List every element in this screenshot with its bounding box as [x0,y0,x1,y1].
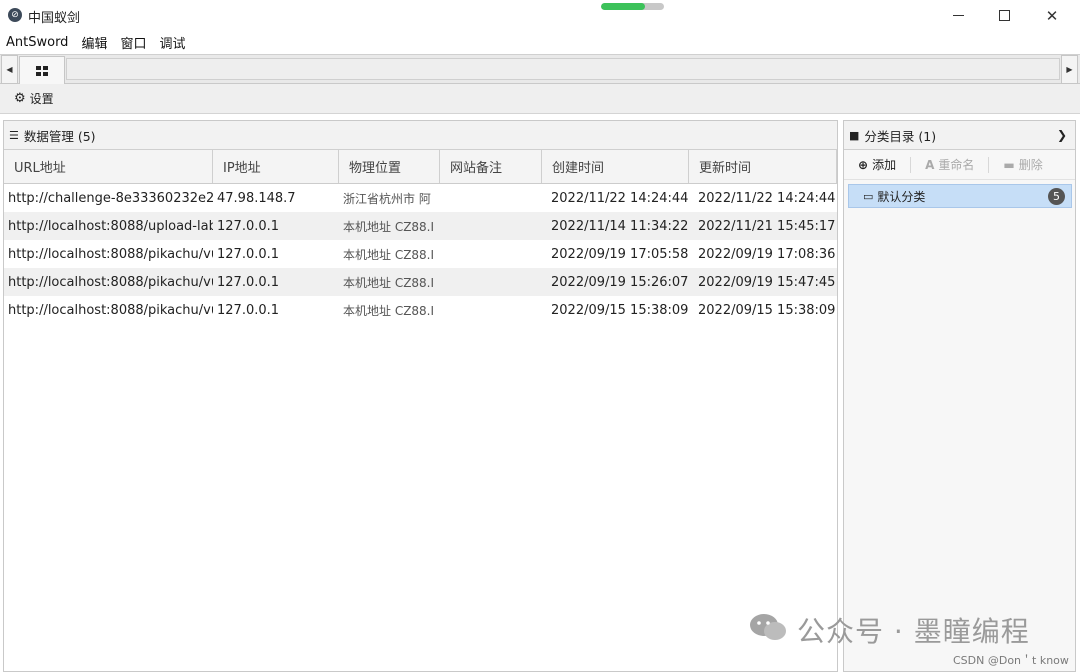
grid-icon [36,65,48,76]
table-cell: 2022/09/19 15:47:45 [698,274,836,290]
menu-antsword[interactable]: AntSword [6,35,68,50]
main-toolbar: ⚙ 设置 [0,84,1080,114]
category-panel-header: ■ 分类目录 (1) ❯ [844,121,1075,150]
category-toolbar: ⊕ 添加 A 重命名 ▬ 删除 [844,150,1075,180]
plus-circle-icon: ⊕ [858,157,869,172]
table-cell: 本机地址 CZ88.I [343,303,435,318]
category-item-default[interactable]: ▭ 默认分类 5 [848,184,1072,208]
window-title: 中国蚁剑 [28,11,81,26]
tab-scroll-right-button[interactable]: ▶ [1061,55,1078,84]
folder-icon: ■ [849,128,860,142]
loading-progress-bar [601,3,664,10]
table-cell: http://challenge-8e33360232e26a [8,190,213,206]
chevron-right-icon: ▶ [1066,65,1073,74]
csdn-credit: CSDN @Don＇t know [953,654,1069,667]
category-label: 默认分类 [877,189,926,204]
app-logo-icon: ⊘ [8,8,22,22]
column-header-note[interactable]: 网站备注 [440,150,542,183]
title-bar: ⊘ 中国蚁剑 ✕ [0,0,1080,31]
table-cell: 2022/11/21 15:45:17 [698,218,836,234]
table-row[interactable]: http://localhost:8088/pikachu/vul/127.0.… [4,268,837,296]
folder-open-icon: ▭ [863,189,874,203]
menu-bar: AntSword 编辑 窗口 调试 [0,31,1080,53]
table-cell: http://localhost:8088/pikachu/vul/ [8,302,213,318]
table-row[interactable]: http://localhost:8088/pikachu/vul/127.0.… [4,296,837,324]
delete-category-label: 删除 [1018,158,1043,172]
column-header-location[interactable]: 物理位置 [339,150,440,183]
close-button[interactable]: ✕ [1029,0,1075,31]
rename-category-label: 重命名 [938,158,975,172]
table-cell: 2022/09/19 17:08:36 [698,246,836,262]
category-count-badge: 5 [1048,187,1065,205]
category-panel: ■ 分类目录 (1) ❯ ⊕ 添加 A 重命名 ▬ 删除 ▭ 默认分类 5 [843,120,1076,672]
settings-button[interactable]: 设置 [30,90,54,107]
close-icon: ✕ [1045,6,1059,25]
table-row[interactable]: http://localhost:8088/pikachu/vul/127.0.… [4,240,837,268]
table-cell: http://localhost:8088/upload-labs/ [8,218,213,234]
table-cell: 2022/11/14 11:34:22 [551,218,689,234]
chevron-left-icon: ◀ [6,65,13,74]
data-panel-title: 数据管理 (5) [23,128,96,144]
table-cell: 2022/11/22 14:24:44 [698,190,836,206]
table-cell: 127.0.0.1 [217,274,280,290]
loading-progress-fill [601,3,646,10]
tab-home[interactable] [19,56,65,84]
table-cell: 本机地址 CZ88.I [343,275,435,290]
table-cell: 浙江省杭州市 阿 [343,191,431,206]
tab-scroll-left-button[interactable]: ◀ [1,55,18,84]
wechat-logo-icon [750,614,786,640]
watermark-text: 公众号 · 墨瞳编程 [797,615,1030,648]
add-category-button[interactable]: ⊕ 添加 [844,156,912,173]
maximize-button[interactable] [981,0,1027,31]
table-cell: 2022/09/15 15:38:09 [698,302,836,318]
maximize-icon [998,10,1010,21]
grid-body: http://challenge-8e33360232e26a 47.98.148… [4,184,837,324]
add-category-label: 添加 [872,158,897,172]
table-cell: 本机地址 CZ88.I [343,247,435,262]
table-cell: 127.0.0.1 [217,302,280,318]
table-cell: 2022/09/19 15:26:07 [551,274,689,290]
menu-window[interactable]: 窗口 [120,33,146,52]
font-icon: A [925,157,935,172]
trash-icon: ▬ [1003,157,1015,172]
table-cell: 2022/09/15 15:38:09 [551,302,689,318]
table-cell: 本机地址 CZ88.I [343,219,435,234]
data-management-panel: ☰ 数据管理 (5) URL地址 IP地址 物理位置 网站备注 创建时间 更新时… [3,120,838,672]
category-panel-title: 分类目录 (1) [864,128,937,144]
rename-category-button[interactable]: A 重命名 [911,156,990,173]
table-cell: 2022/11/22 14:24:44 [551,190,689,206]
minimize-icon [952,15,964,16]
grid-header: URL地址 IP地址 物理位置 网站备注 创建时间 更新时间 [4,150,837,184]
table-cell: 47.98.148.7 [217,190,296,206]
table-cell: 127.0.0.1 [217,246,280,262]
table-cell: 127.0.0.1 [217,218,280,234]
table-cell: http://localhost:8088/pikachu/vul/ [8,246,213,262]
collapse-chevron-icon[interactable]: ❯ [1057,128,1067,142]
tab-strip: ◀ ▶ [0,54,1080,84]
column-header-url[interactable]: URL地址 [4,150,213,183]
table-cell: http://localhost:8088/pikachu/vul/ [8,274,213,290]
gear-icon: ⚙ [14,91,26,106]
tab-empty-area [66,58,1060,80]
table-cell: 2022/09/19 17:05:58 [551,246,689,262]
list-icon: ☰ [9,128,19,142]
data-panel-header: ☰ 数据管理 (5) [4,121,837,150]
minimize-button[interactable] [935,0,981,31]
column-header-ip[interactable]: IP地址 [213,150,339,183]
table-row[interactable]: http://challenge-8e33360232e26a 47.98.148… [4,184,837,212]
menu-debug[interactable]: 调试 [159,33,185,52]
table-row[interactable]: http://localhost:8088/upload-labs/127.0.… [4,212,837,240]
column-header-created[interactable]: 创建时间 [542,150,689,183]
menu-edit[interactable]: 编辑 [81,33,107,52]
column-header-updated[interactable]: 更新时间 [689,150,837,183]
delete-category-button[interactable]: ▬ 删除 [989,157,1056,173]
